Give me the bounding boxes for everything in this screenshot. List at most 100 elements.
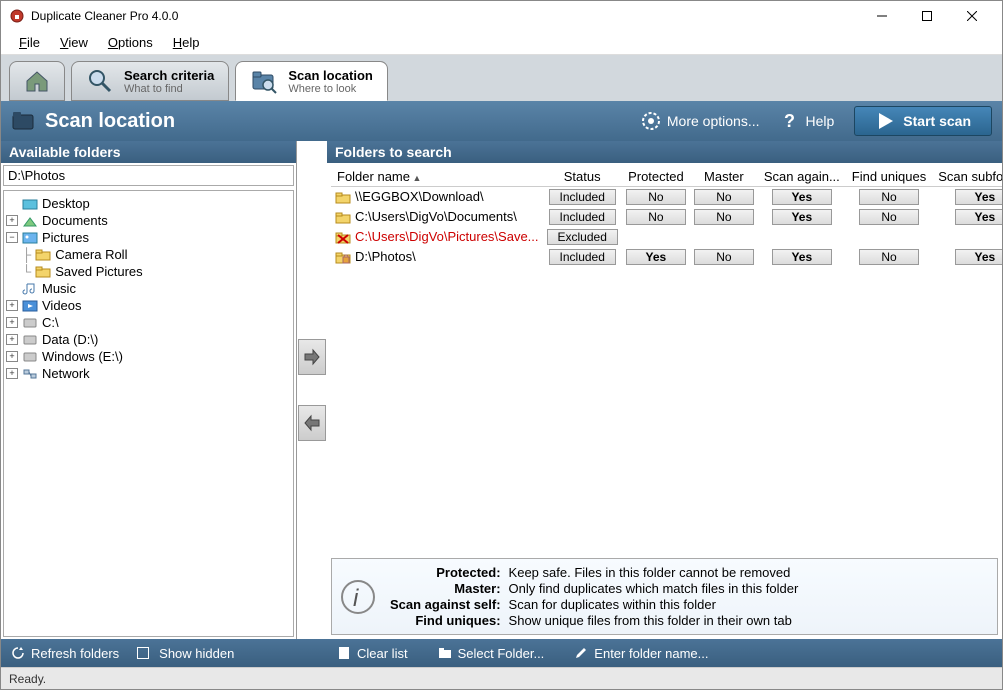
gear-icon xyxy=(641,111,661,131)
cell-toggle[interactable]: Included xyxy=(549,249,616,265)
tree-documents[interactable]: +Documents xyxy=(6,212,291,229)
home-icon xyxy=(23,67,51,95)
arrow-left-icon xyxy=(303,414,321,432)
show-hidden-checkbox[interactable]: Show hidden xyxy=(137,646,234,661)
help-icon: ? xyxy=(780,111,800,131)
col-protected[interactable]: Protected xyxy=(622,167,690,187)
col-scanself[interactable]: Scan again... xyxy=(758,167,846,187)
select-folder-link[interactable]: Select Folder... xyxy=(438,646,545,661)
table-row[interactable]: C:\Users\DigVo\Pictures\Save...Excluded xyxy=(331,227,1002,247)
tree-music[interactable]: Music xyxy=(6,280,291,297)
cell-toggle[interactable]: Included xyxy=(549,209,616,225)
page-icon xyxy=(337,646,351,660)
cell-toggle[interactable]: Yes xyxy=(772,249,832,265)
tree-desktop[interactable]: Desktop xyxy=(6,195,291,212)
cell-toggle[interactable]: Yes xyxy=(955,249,1002,265)
menu-options[interactable]: Options xyxy=(98,33,163,52)
folder-search-icon xyxy=(250,67,278,95)
page-heading: Scan location xyxy=(11,108,621,134)
tab-sublabel: What to find xyxy=(124,83,214,95)
col-subfolders[interactable]: Scan subfolders xyxy=(932,167,1002,187)
row-folder-icon xyxy=(335,211,351,225)
folders-to-search-pane: Folders to search Folder name Status Pro… xyxy=(327,141,1002,639)
row-folder-name: C:\Users\DigVo\Documents\ xyxy=(355,209,517,224)
clear-list-link[interactable]: Clear list xyxy=(337,646,408,661)
tab-label: Search criteria xyxy=(124,68,214,83)
cell-toggle[interactable]: No xyxy=(859,189,919,205)
folder-icon xyxy=(438,646,452,660)
magnifier-icon xyxy=(86,67,114,95)
arrow-right-icon xyxy=(303,348,321,366)
tree-cameraroll[interactable]: ├Camera Roll xyxy=(22,246,291,263)
folders-to-search-header: Folders to search xyxy=(327,141,1002,163)
tab-search-criteria[interactable]: Search criteria What to find xyxy=(71,61,229,101)
tab-label: Scan location xyxy=(288,68,373,83)
cell-toggle[interactable]: No xyxy=(859,249,919,265)
col-folder-name[interactable]: Folder name xyxy=(331,167,543,187)
cell-toggle[interactable]: Included xyxy=(549,189,616,205)
info-panel: i Protected:Keep safe. Files in this fol… xyxy=(331,558,998,635)
add-folder-button[interactable] xyxy=(298,339,326,375)
col-status[interactable]: Status xyxy=(543,167,622,187)
menu-view[interactable]: View xyxy=(50,33,98,52)
remove-folder-button[interactable] xyxy=(298,405,326,441)
cell-toggle[interactable]: No xyxy=(694,189,754,205)
svg-text:i: i xyxy=(353,585,359,612)
close-button[interactable] xyxy=(949,1,994,31)
tree-videos[interactable]: +Videos xyxy=(6,297,291,314)
tab-scan-location[interactable]: Scan location Where to look xyxy=(235,61,388,101)
title-bar: Duplicate Cleaner Pro 4.0.0 xyxy=(1,1,1002,31)
action-bar: Scan location More options... ? Help Sta… xyxy=(1,101,1002,141)
maximize-button[interactable] xyxy=(904,1,949,31)
cell-toggle[interactable]: No xyxy=(694,209,754,225)
cell-toggle[interactable]: No xyxy=(859,209,919,225)
enter-folder-name-link[interactable]: Enter folder name... xyxy=(574,646,708,661)
transfer-buttons xyxy=(297,141,327,639)
tree-pictures[interactable]: −Pictures xyxy=(6,229,291,246)
start-scan-button[interactable]: Start scan xyxy=(854,106,992,136)
content-area: Available folders D:\Photos Desktop +Doc… xyxy=(1,141,1002,639)
cell-toggle[interactable]: No xyxy=(626,209,686,225)
cell-toggle[interactable]: Excluded xyxy=(547,229,618,245)
folder-tree[interactable]: Desktop +Documents −Pictures ├Camera Rol… xyxy=(3,190,294,637)
menu-file[interactable]: File xyxy=(9,33,50,52)
tree-network[interactable]: +Network xyxy=(6,365,291,382)
cell-toggle[interactable]: No xyxy=(694,249,754,265)
tree-e[interactable]: +Windows (E:\) xyxy=(6,348,291,365)
row-folder-name: D:\Photos\ xyxy=(355,249,416,264)
info-icon: i xyxy=(340,565,376,628)
footer-bar: Refresh folders Show hidden Clear list S… xyxy=(1,639,1002,667)
row-folder-icon xyxy=(335,231,351,245)
help-link[interactable]: ? Help xyxy=(780,111,835,131)
play-icon xyxy=(875,111,895,131)
more-options-link[interactable]: More options... xyxy=(641,111,760,131)
path-field[interactable]: D:\Photos xyxy=(3,165,294,186)
pencil-icon xyxy=(574,646,588,660)
refresh-icon xyxy=(11,646,25,660)
col-uniques[interactable]: Find uniques xyxy=(846,167,932,187)
tabs-row: Search criteria What to find Scan locati… xyxy=(1,55,1002,101)
cell-toggle[interactable]: Yes xyxy=(626,249,686,265)
folder-icon xyxy=(11,108,37,134)
tree-savedpics[interactable]: └Saved Pictures xyxy=(22,263,291,280)
tab-home[interactable] xyxy=(9,61,65,101)
cell-toggle[interactable]: No xyxy=(626,189,686,205)
table-row[interactable]: C:\Users\DigVo\Documents\ Included No No Yes… xyxy=(331,207,1002,227)
tab-sublabel: Where to look xyxy=(288,83,373,95)
cell-toggle[interactable]: Yes xyxy=(772,209,832,225)
cell-toggle[interactable]: Yes xyxy=(955,189,1002,205)
cell-toggle[interactable]: Yes xyxy=(955,209,1002,225)
svg-text:?: ? xyxy=(784,111,795,131)
minimize-button[interactable] xyxy=(859,1,904,31)
table-row[interactable]: \\EGGBOX\Download\IncludedNoNoYesNoYes xyxy=(331,187,1002,208)
refresh-folders-link[interactable]: Refresh folders xyxy=(11,646,119,661)
tree-c[interactable]: +C:\ xyxy=(6,314,291,331)
menu-bar: File View Options Help xyxy=(1,31,1002,55)
available-folders-header: Available folders xyxy=(1,141,296,163)
tree-d[interactable]: +Data (D:\) xyxy=(6,331,291,348)
status-text: Ready. xyxy=(9,672,46,686)
table-row[interactable]: D:\Photos\ Included Yes No Yes No Yes xyxy=(331,247,1002,267)
cell-toggle[interactable]: Yes xyxy=(772,189,832,205)
menu-help[interactable]: Help xyxy=(163,33,210,52)
col-master[interactable]: Master xyxy=(690,167,758,187)
